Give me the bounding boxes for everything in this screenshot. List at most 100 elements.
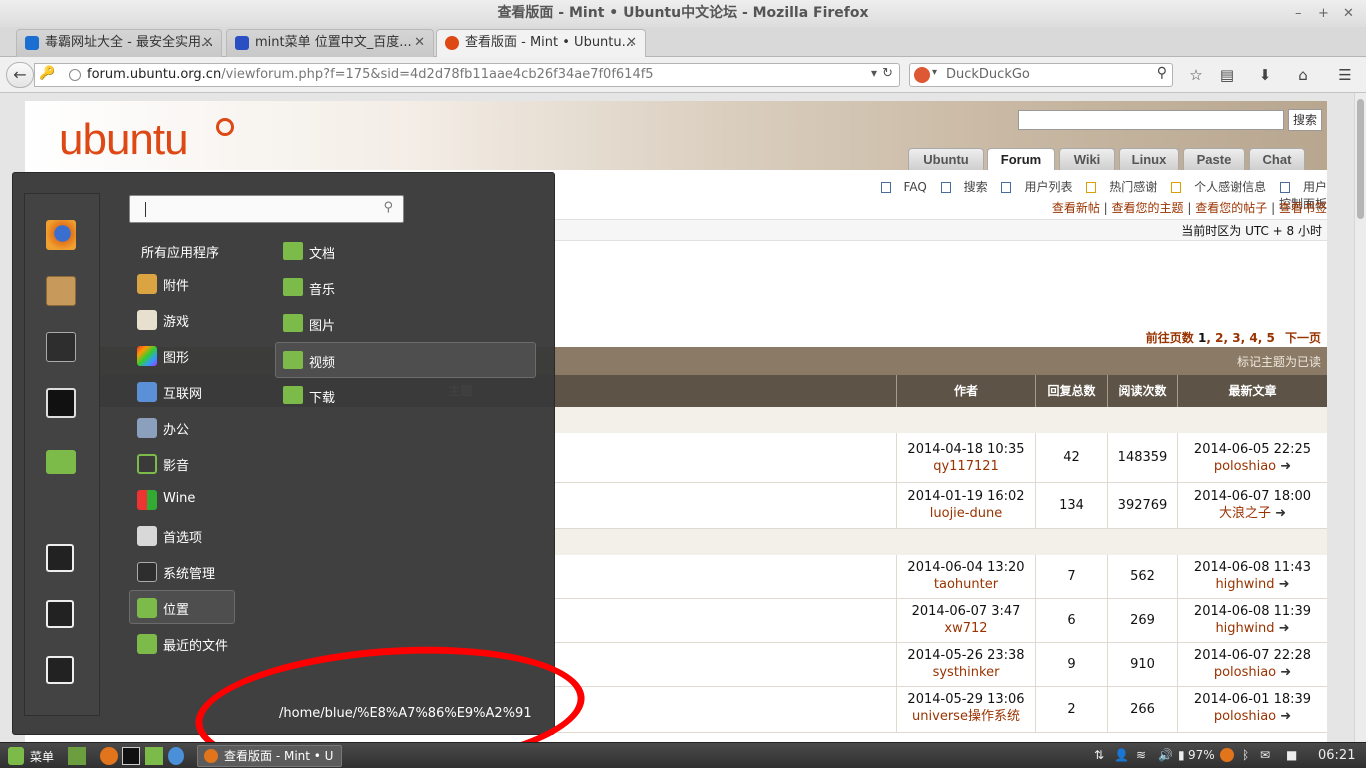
author-link[interactable]: luojie-dune <box>897 505 1035 522</box>
volume-icon[interactable]: 🔊 <box>1158 748 1173 762</box>
close-window-button[interactable]: ✕ <box>1343 0 1354 27</box>
last-post-user[interactable]: poloshiao <box>1214 459 1276 474</box>
author-link[interactable]: xw712 <box>897 620 1035 637</box>
scrollbar-thumb[interactable] <box>1357 99 1364 219</box>
category-graphics[interactable]: 图形 <box>135 342 231 370</box>
category-preferences[interactable]: 首选项 <box>135 522 231 550</box>
new-posts-link[interactable]: 查看新帖 <box>1052 201 1100 215</box>
last-post-user[interactable]: 大浪之子 <box>1219 506 1271 521</box>
place-videos[interactable]: 视频 <box>275 342 536 378</box>
your-topics-link[interactable]: 查看您的主题 <box>1112 201 1184 215</box>
clock[interactable]: 06:21 <box>1318 748 1355 763</box>
page-scrollbar[interactable] <box>1354 93 1366 742</box>
category-internet[interactable]: 互联网 <box>135 378 231 406</box>
terminal-icon[interactable] <box>46 388 76 418</box>
category-accessories[interactable]: 附件 <box>135 270 231 298</box>
category-wine[interactable]: Wine <box>135 486 231 514</box>
package-icon[interactable] <box>46 276 76 306</box>
category-places[interactable]: 位置 <box>129 590 235 624</box>
input-method-icon[interactable]: ■ <box>1286 748 1297 762</box>
place-documents[interactable]: 文档 <box>281 238 535 266</box>
site-search-input[interactable] <box>1018 110 1284 130</box>
search-engine-bar[interactable]: ▾ DuckDuckGo ⚲ <box>909 63 1173 87</box>
site-tab-chat[interactable]: Chat <box>1249 148 1305 170</box>
site-tab-forum[interactable]: Forum <box>987 148 1055 170</box>
your-posts-link[interactable]: 查看您的帖子 <box>1195 201 1267 215</box>
browser-tab-baidu[interactable]: mint菜单 位置中文_百度... ✕ <box>226 29 434 57</box>
category-administration[interactable]: 系统管理 <box>135 558 231 586</box>
goto-post-icon[interactable]: ➜ <box>1280 665 1291 680</box>
ubuntu-logo[interactable]: ubuntu <box>59 115 189 165</box>
reading-list-icon[interactable]: ▤ <box>1216 64 1238 86</box>
lock-icon[interactable] <box>46 544 74 572</box>
terminal-launcher-icon[interactable] <box>122 747 140 765</box>
menu-icon[interactable]: ☰ <box>1334 64 1356 86</box>
settings-icon[interactable] <box>46 332 76 362</box>
bluetooth-icon[interactable]: ᛒ <box>1242 748 1249 762</box>
site-identity-icon[interactable]: 🔑 <box>39 66 55 81</box>
site-tab-paste[interactable]: Paste <box>1183 148 1245 170</box>
firefox-launcher-icon[interactable] <box>100 747 118 765</box>
category-recent-files[interactable]: 最近的文件 <box>135 630 231 658</box>
close-tab-icon[interactable]: ✕ <box>414 30 425 56</box>
category-multimedia[interactable]: 影音 <box>135 450 231 478</box>
browser-tab-forum[interactable]: 查看版面 - Mint • Ubuntu... ✕ <box>436 29 646 58</box>
power-icon[interactable] <box>46 656 74 684</box>
place-pictures[interactable]: 图片 <box>281 310 535 338</box>
author-link[interactable]: taohunter <box>897 576 1035 593</box>
place-music[interactable]: 音乐 <box>281 274 535 302</box>
last-post-user[interactable]: highwind <box>1215 621 1274 636</box>
menu-button[interactable]: 菜单 <box>30 748 54 765</box>
faq-link[interactable]: FAQ <box>880 180 927 194</box>
site-tab-wiki[interactable]: Wiki <box>1059 148 1115 170</box>
logout-icon[interactable] <box>46 600 74 628</box>
mark-topics-read-link[interactable]: 标记主题为已读 <box>1237 353 1321 370</box>
url-text[interactable]: forum.ubuntu.org.cn/viewforum.php?f=175&… <box>87 67 654 82</box>
memberlist-link[interactable]: 用户列表 <box>1001 180 1072 194</box>
site-tab-ubuntu[interactable]: Ubuntu <box>908 148 984 170</box>
search-placeholder[interactable]: DuckDuckGo <box>946 67 1030 82</box>
reload-icon[interactable]: ↻ <box>882 66 893 81</box>
music-player-launcher-icon[interactable] <box>168 747 184 765</box>
wifi-icon[interactable]: ≋ <box>1136 748 1146 762</box>
thanks-info-link[interactable]: 个人感谢信息 <box>1171 180 1266 194</box>
search-icon[interactable]: ⚲ <box>1157 65 1167 81</box>
last-post-user[interactable]: highwind <box>1215 577 1274 592</box>
category-office[interactable]: 办公 <box>135 414 231 442</box>
duckduckgo-icon[interactable] <box>914 67 930 83</box>
next-page-link[interactable]: 下一页 <box>1285 331 1321 345</box>
page-link[interactable]: 5 <box>1266 331 1274 345</box>
download-icon[interactable]: ⬇ <box>1254 64 1276 86</box>
category-games[interactable]: 游戏 <box>135 306 231 334</box>
goto-post-icon[interactable]: ➜ <box>1280 459 1291 474</box>
maximize-button[interactable]: + <box>1318 0 1329 27</box>
author-link[interactable]: qy117121 <box>897 458 1035 475</box>
hot-thanks-link[interactable]: 热门感谢 <box>1086 180 1157 194</box>
page-link[interactable]: 2 <box>1215 331 1223 345</box>
bookmark-star-icon[interactable]: ☆ <box>1185 64 1207 86</box>
chat-icon[interactable]: ✉ <box>1260 748 1270 762</box>
author-link[interactable]: systhinker <box>897 664 1035 681</box>
firefox-icon[interactable] <box>46 220 76 250</box>
last-post-user[interactable]: poloshiao <box>1214 665 1276 680</box>
goto-post-icon[interactable]: ➜ <box>1275 506 1286 521</box>
minimize-button[interactable]: – <box>1295 0 1302 27</box>
taskbar-firefox-task[interactable]: 查看版面 - Mint • U <box>197 745 342 767</box>
close-tab-icon[interactable]: ✕ <box>202 30 213 56</box>
last-post-user[interactable]: poloshiao <box>1214 709 1276 724</box>
goto-post-icon[interactable]: ➜ <box>1280 709 1291 724</box>
user-icon[interactable]: 👤 <box>1114 748 1129 762</box>
menu-search-input[interactable]: ⚲ <box>129 195 404 223</box>
site-tab-linux[interactable]: Linux <box>1119 148 1179 170</box>
update-icon[interactable] <box>1220 748 1234 762</box>
folder-icon[interactable] <box>46 450 76 474</box>
back-button[interactable]: ← <box>6 62 34 88</box>
mint-logo-icon[interactable] <box>8 747 24 765</box>
engine-dropdown-icon[interactable]: ▾ <box>932 67 937 78</box>
search-link[interactable]: 搜索 <box>940 180 988 194</box>
page-link[interactable]: 3 <box>1232 331 1240 345</box>
close-tab-icon[interactable]: ✕ <box>626 30 637 56</box>
author-link[interactable]: universe操作系统 <box>897 708 1035 725</box>
bookmarks-link[interactable]: 查看书签 <box>1279 201 1327 215</box>
all-applications-button[interactable]: 所有应用程序 <box>141 242 219 261</box>
